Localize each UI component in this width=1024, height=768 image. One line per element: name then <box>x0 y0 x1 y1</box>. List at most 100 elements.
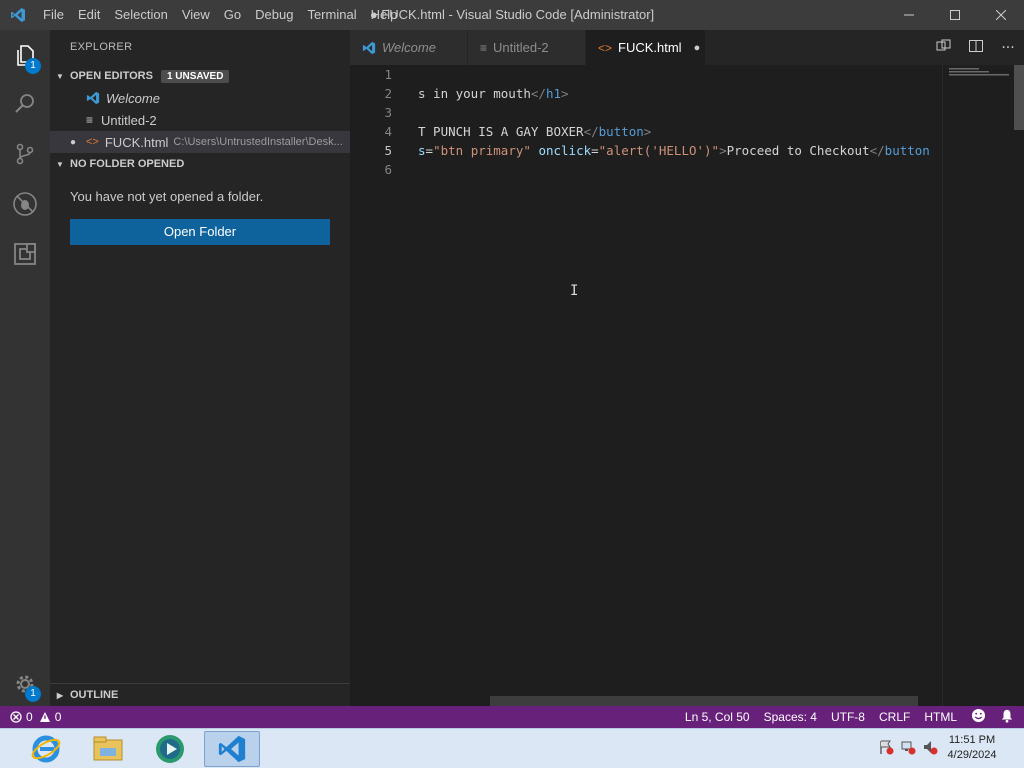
explorer-activity-button[interactable]: 1 <box>0 32 50 80</box>
close-button[interactable] <box>978 0 1024 30</box>
windows-taskbar: 11:51 PM 4/29/2024 <box>0 728 1024 768</box>
no-folder-header[interactable]: ▼ NO FOLDER OPENED <box>50 153 350 175</box>
line-number: 5 <box>384 143 392 158</box>
problems-indicator[interactable]: 0 0 <box>0 710 61 724</box>
system-clock[interactable]: 11:51 PM 4/29/2024 <box>942 733 1002 763</box>
explorer-sidebar: EXPLORER ▼ OPEN EDITORS 1 UNSAVED Welcom… <box>50 30 350 706</box>
compare-icon <box>936 39 951 50</box>
action-center-flag-icon[interactable] <box>878 739 894 759</box>
no-folder-label: NO FOLDER OPENED <box>70 158 185 170</box>
error-count: 0 <box>26 710 33 724</box>
notifications-bell-icon[interactable] <box>993 709 1024 726</box>
encoding[interactable]: UTF-8 <box>824 710 872 724</box>
open-folder-button[interactable]: Open Folder <box>70 219 330 245</box>
text-file-icon: ≡ <box>86 113 94 127</box>
tab-dirty-indicator[interactable]: ● <box>694 42 701 54</box>
html-file-icon: <> <box>598 40 613 55</box>
line-number: 6 <box>384 162 392 177</box>
debug-activity-button[interactable] <box>0 180 50 228</box>
more-actions-button[interactable]: ··· <box>992 40 1024 56</box>
warning-count: 0 <box>54 710 62 724</box>
tab-label: FUCK.html <box>618 40 682 55</box>
code-line-current: s="btn primary" onclick="alert('HELLO')"… <box>418 143 930 158</box>
chevron-down-icon: ▼ <box>56 71 64 81</box>
title-bar: File Edit Selection View Go Debug Termin… <box>0 0 1024 30</box>
media-player-taskbar-button[interactable] <box>142 731 198 767</box>
clock-time: 11:51 PM <box>948 734 996 746</box>
text-file-icon: ≡ <box>480 40 488 55</box>
open-editors-header[interactable]: ▼ OPEN EDITORS 1 UNSAVED <box>50 65 350 87</box>
explorer-badge: 1 <box>25 58 41 74</box>
outline-label: OUTLINE <box>70 689 119 701</box>
line-number: 4 <box>384 124 392 139</box>
internet-explorer-taskbar-button[interactable] <box>18 731 74 767</box>
source-control-activity-button[interactable] <box>0 130 50 178</box>
volume-muted-icon[interactable] <box>922 739 938 759</box>
vscode-logo-icon <box>218 735 246 763</box>
cursor-position[interactable]: Ln 5, Col 50 <box>678 710 757 724</box>
extensions-icon <box>14 243 36 265</box>
settings-badge: 1 <box>25 686 41 702</box>
folder-icon <box>93 736 123 761</box>
open-editor-label: Welcome <box>106 90 160 106</box>
line-number: 3 <box>384 105 392 120</box>
internet-explorer-icon <box>31 735 61 763</box>
debug-icon <box>13 192 37 216</box>
outline-header[interactable]: ▶ OUTLINE <box>50 683 350 706</box>
chevron-right-icon: ▶ <box>56 690 64 700</box>
unsaved-dot-icon: ● <box>70 136 77 148</box>
clock-date: 4/29/2024 <box>947 749 997 761</box>
menu-debug[interactable]: Debug <box>248 0 300 30</box>
text-cursor-icon: I <box>570 283 579 299</box>
line-ending[interactable]: CRLF <box>872 710 917 724</box>
search-activity-button[interactable] <box>0 80 50 128</box>
warning-icon <box>39 712 50 722</box>
status-bar: 0 0 Ln 5, Col 50 Spaces: 4 UTF-8 CRLF HT… <box>0 706 1024 728</box>
file-explorer-taskbar-button[interactable] <box>80 731 136 767</box>
chevron-down-icon: ▼ <box>56 159 64 169</box>
open-editor-fuck-html[interactable]: ● <> FUCK.html C:\Users\UntrustedInstall… <box>50 131 350 153</box>
vscode-logo-icon <box>0 0 36 30</box>
editor-tabs: Welcome ≡ Untitled-2 <> FUCK.html ● ··· <box>350 30 1024 65</box>
html-file-icon: <> <box>86 136 99 148</box>
open-editor-untitled[interactable]: ≡ Untitled-2 <box>50 109 350 131</box>
open-changes-button[interactable] <box>928 38 960 58</box>
code-line: T PUNCH IS A GAY BOXER</button> <box>418 124 652 139</box>
source-control-icon <box>16 143 34 165</box>
network-icon[interactable] <box>900 739 916 759</box>
tab-label: Untitled-2 <box>493 40 549 55</box>
open-editor-welcome[interactable]: Welcome <box>50 87 350 109</box>
menu-help[interactable]: Help <box>364 0 405 30</box>
vscode-taskbar-button[interactable] <box>204 731 260 767</box>
minimize-button[interactable] <box>886 0 932 30</box>
minimap[interactable] <box>942 65 1014 706</box>
search-icon <box>15 94 34 113</box>
maximize-button[interactable] <box>932 0 978 30</box>
horizontal-scrollbar[interactable] <box>490 696 918 706</box>
feedback-smiley-icon[interactable] <box>964 708 993 726</box>
language-mode[interactable]: HTML <box>917 710 964 724</box>
extensions-activity-button[interactable] <box>0 230 50 278</box>
menu-file[interactable]: File <box>36 0 71 30</box>
menu-view[interactable]: View <box>175 0 217 30</box>
menu-edit[interactable]: Edit <box>71 0 107 30</box>
error-icon <box>10 711 22 723</box>
vertical-scrollbar[interactable] <box>1014 65 1024 706</box>
code-editor[interactable]: 1 2 3 4 5 6 s in your mouth</h1> T PUNCH… <box>350 65 1024 706</box>
manage-activity-button[interactable]: 1 <box>0 660 50 708</box>
vscode-file-icon <box>362 41 376 54</box>
split-editor-button[interactable] <box>960 38 992 58</box>
code-line: s in your mouth</h1> <box>418 86 569 101</box>
menu-go[interactable]: Go <box>217 0 248 30</box>
open-editor-path: C:\Users\UntrustedInstaller\Desk... <box>173 136 343 148</box>
split-editor-icon <box>969 39 983 52</box>
media-player-icon <box>156 735 184 763</box>
menu-terminal[interactable]: Terminal <box>300 0 363 30</box>
tab-welcome[interactable]: Welcome <box>350 30 468 65</box>
indentation[interactable]: Spaces: 4 <box>757 710 824 724</box>
tab-untitled-2[interactable]: ≡ Untitled-2 <box>468 30 586 65</box>
ellipsis-icon: ··· <box>1001 39 1015 56</box>
menu-selection[interactable]: Selection <box>107 0 174 30</box>
menu-bar: File Edit Selection View Go Debug Termin… <box>36 0 404 30</box>
tab-fuck-html[interactable]: <> FUCK.html ● <box>586 30 706 65</box>
